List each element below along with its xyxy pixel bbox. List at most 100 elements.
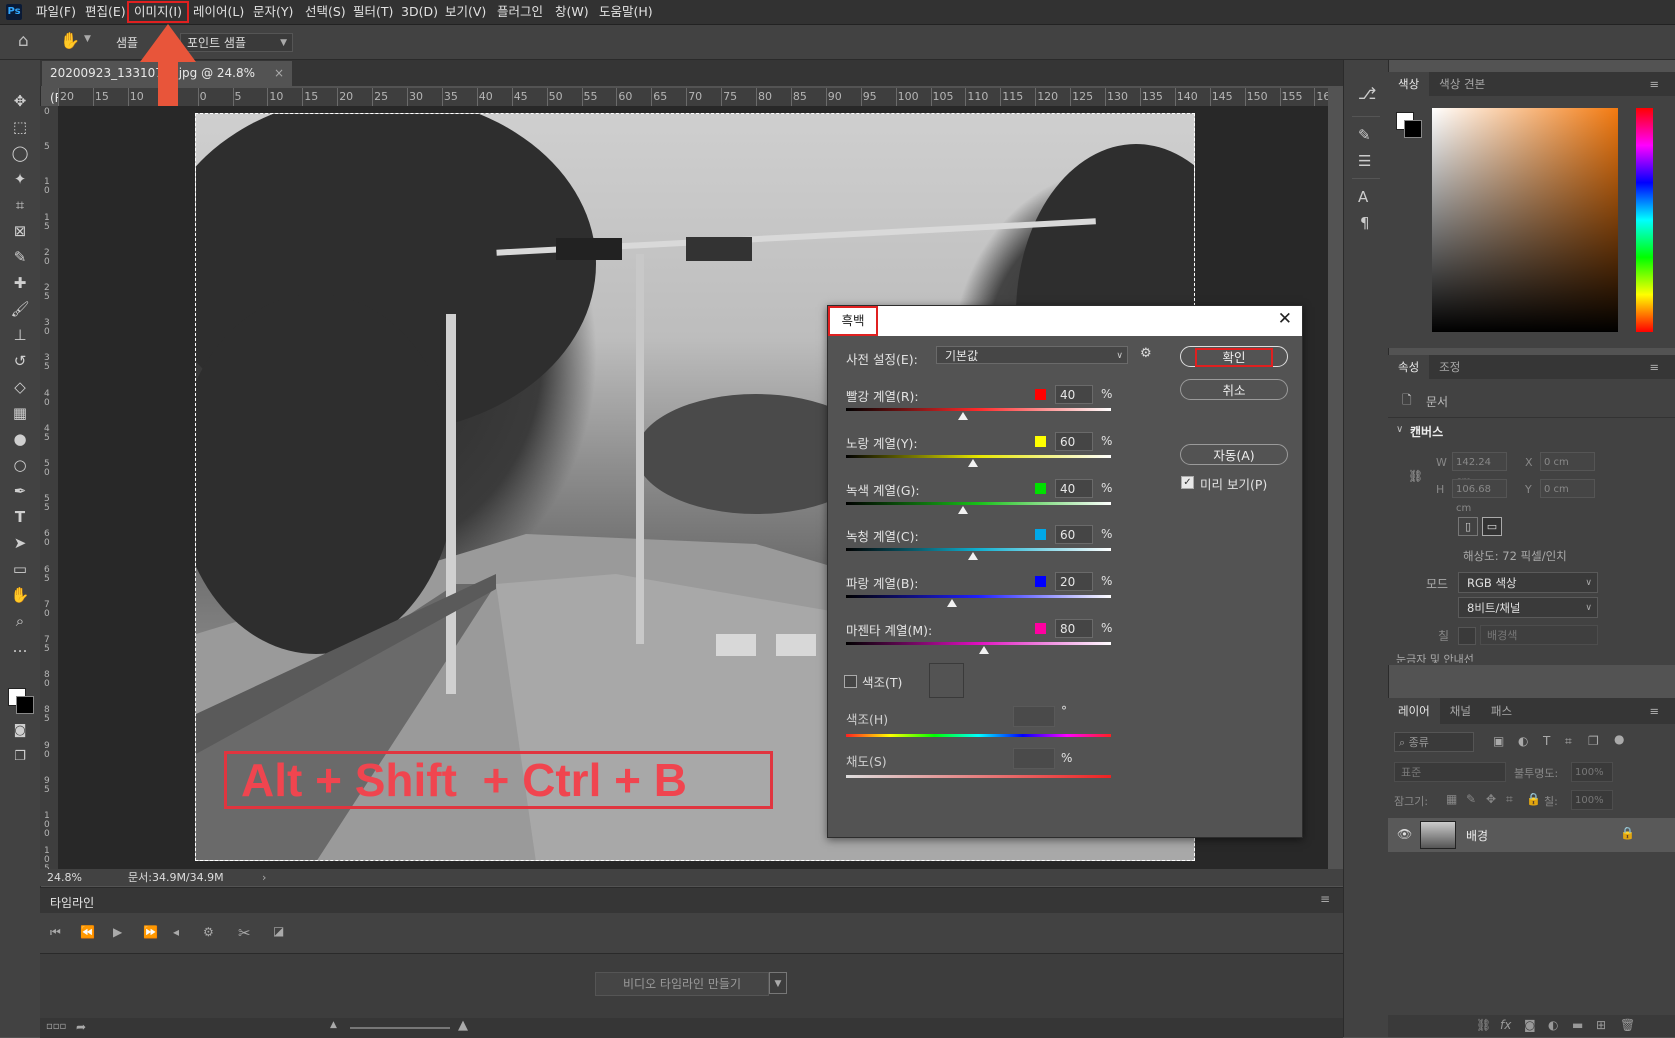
background-color-swatch[interactable] <box>1404 120 1422 138</box>
adjustments-icon[interactable]: ☰ <box>1358 152 1371 170</box>
audio-icon[interactable]: ◂ <box>173 925 179 939</box>
tint-color-swatch[interactable] <box>929 663 964 698</box>
menu-window[interactable]: 창(W) <box>550 3 594 21</box>
panel-menu-icon[interactable]: ≡ <box>1639 355 1669 379</box>
auto-button[interactable]: 자동(A) <box>1180 444 1288 465</box>
layer-fill-input[interactable]: 100% <box>1571 790 1613 810</box>
zoom-level[interactable]: 24.8% <box>47 869 82 886</box>
close-icon[interactable]: ✕ <box>1278 309 1292 329</box>
menu-help[interactable]: 도움말(H) <box>594 3 658 21</box>
brush-settings-icon[interactable]: ✎ <box>1358 126 1371 144</box>
menu-edit[interactable]: 편집(E) <box>80 3 131 21</box>
menu-select[interactable]: 선택(S) <box>300 3 351 21</box>
channel-slider-thumb[interactable] <box>957 412 968 420</box>
adjustment-filter-icon[interactable]: ◐ <box>1518 734 1528 748</box>
play-icon[interactable]: ▶ <box>113 925 122 939</box>
height-input[interactable]: 106.68 cm <box>1452 479 1507 514</box>
channel-value-input[interactable]: 40 <box>1055 385 1093 404</box>
create-video-timeline-button[interactable]: 비디오 타임라인 만들기 <box>595 972 769 996</box>
scissors-icon[interactable]: ✂ <box>238 924 251 942</box>
close-icon[interactable]: × <box>274 61 284 86</box>
tab-properties[interactable]: 속성 <box>1388 355 1430 379</box>
y-input[interactable]: 0 cm <box>1540 479 1595 498</box>
lasso-tool-icon[interactable]: ◯ <box>8 142 32 164</box>
home-icon[interactable]: ⌂ <box>18 31 29 51</box>
cancel-button[interactable]: 취소 <box>1180 379 1288 400</box>
new-adjustment-icon[interactable]: ◐ <box>1548 1018 1558 1032</box>
channel-value-input[interactable]: 60 <box>1055 525 1093 545</box>
menu-3d[interactable]: 3D(D) <box>396 3 443 21</box>
menu-filter[interactable]: 필터(T) <box>348 3 398 21</box>
channel-slider-thumb[interactable] <box>978 646 989 654</box>
quick-mask-icon[interactable]: ◙ <box>8 720 32 742</box>
eyedropper-tool-icon[interactable]: ✎ <box>8 246 32 268</box>
tab-adjustments[interactable]: 조정 <box>1429 355 1470 379</box>
channel-slider-thumb[interactable] <box>968 458 979 467</box>
type-filter-icon[interactable]: T <box>1543 734 1550 748</box>
history-panel-icon[interactable]: ⎇ <box>1358 84 1376 103</box>
hand-tool-icon[interactable]: ✋ <box>60 31 80 50</box>
chevron-down-icon[interactable]: ▼ <box>769 972 787 994</box>
brush-tool-icon[interactable]: 🖌 <box>8 298 32 320</box>
hand-tool-icon[interactable]: ✋ <box>8 584 32 606</box>
magic-wand-tool-icon[interactable]: ✦ <box>8 168 32 190</box>
layer-name[interactable]: 배경 <box>1466 827 1488 844</box>
x-input[interactable]: 0 cm <box>1540 452 1595 471</box>
layer-row[interactable]: 👁 배경 🔒 <box>1388 818 1675 852</box>
image-filter-icon[interactable]: ▣ <box>1493 734 1504 748</box>
lock-all-icon[interactable]: 🔒 <box>1526 792 1541 806</box>
channel-slider-track[interactable] <box>846 454 1111 458</box>
render-icon[interactable]: ➦ <box>76 1020 86 1034</box>
settings-icon[interactable]: ⚙ <box>203 925 214 939</box>
width-input[interactable]: 142.24 cm <box>1452 452 1507 487</box>
menu-plugins[interactable]: 플러그인 <box>492 3 548 21</box>
channel-value-input[interactable]: 20 <box>1055 572 1093 592</box>
channel-value-input[interactable]: 60 <box>1055 431 1093 451</box>
channel-slider-thumb[interactable] <box>947 599 957 608</box>
new-group-icon[interactable]: ▬ <box>1572 1018 1583 1032</box>
fill-select[interactable]: 배경색 <box>1480 625 1598 645</box>
portrait-orientation-icon[interactable]: ▯ <box>1458 517 1478 536</box>
link-layers-icon[interactable]: ⛓ <box>1476 1018 1491 1032</box>
tab-swatches[interactable]: 색상 견본 <box>1429 72 1495 96</box>
lock-artboard-icon[interactable]: ⌗ <box>1506 792 1513 807</box>
channel-slider-track[interactable] <box>846 408 1111 411</box>
menu-type[interactable]: 문자(Y) <box>248 3 298 21</box>
preview-checkbox[interactable]: ✓ <box>1181 476 1194 489</box>
chevron-right-icon[interactable]: › <box>262 869 266 886</box>
menu-view[interactable]: 보기(V) <box>440 3 491 21</box>
path-select-tool-icon[interactable]: ➤ <box>8 532 32 554</box>
lock-paint-icon[interactable]: ✎ <box>1466 792 1476 806</box>
fx-icon[interactable]: fx <box>1500 1018 1511 1032</box>
bit-depth-select[interactable]: 8비트/채널 ∨ <box>1458 597 1598 618</box>
eraser-tool-icon[interactable]: ◇ <box>8 376 32 398</box>
mode-select[interactable]: RGB 색상 ∨ <box>1458 572 1598 593</box>
zoom-in-icon[interactable]: ▲ <box>458 1018 468 1033</box>
channel-slider-track[interactable] <box>846 642 1111 645</box>
fill-swatch[interactable] <box>1458 627 1476 645</box>
delete-layer-icon[interactable]: 🗑 <box>1620 1018 1635 1032</box>
crop-tool-icon[interactable]: ⌗ <box>8 194 32 216</box>
tab-channels[interactable]: 채널 <box>1440 698 1481 724</box>
landscape-orientation-icon[interactable]: ▭ <box>1482 517 1502 536</box>
menu-layer[interactable]: 레이어(L) <box>188 3 249 21</box>
lock-position-icon[interactable]: ✥ <box>1486 792 1496 806</box>
more-tools-icon[interactable]: … <box>8 636 32 658</box>
prev-frame-icon[interactable]: ⏪ <box>80 925 95 939</box>
hue-slider[interactable] <box>1636 108 1653 332</box>
panel-menu-icon[interactable]: ≡ <box>1639 698 1669 724</box>
channel-value-input[interactable]: 40 <box>1055 478 1093 498</box>
preset-options-gear-icon[interactable]: ⚙ <box>1140 346 1152 361</box>
channel-slider-track[interactable] <box>846 501 1111 505</box>
type-tool-icon[interactable]: T <box>8 506 32 528</box>
rectangle-tool-icon[interactable]: ▭ <box>8 558 32 580</box>
gradient-tool-icon[interactable]: ▦ <box>8 402 32 424</box>
stamp-tool-icon[interactable]: ⊥ <box>8 324 32 346</box>
dodge-tool-icon[interactable]: ○ <box>8 454 32 476</box>
menu-image[interactable]: 이미지(I) <box>127 1 189 23</box>
frame-tool-icon[interactable]: ⊠ <box>8 220 32 242</box>
zoom-tool-icon[interactable]: ⌕ <box>8 610 32 632</box>
blur-tool-icon[interactable]: ● <box>8 428 32 450</box>
history-brush-tool-icon[interactable]: ↺ <box>8 350 32 372</box>
paragraph-panel-icon[interactable]: ¶ <box>1360 214 1370 232</box>
